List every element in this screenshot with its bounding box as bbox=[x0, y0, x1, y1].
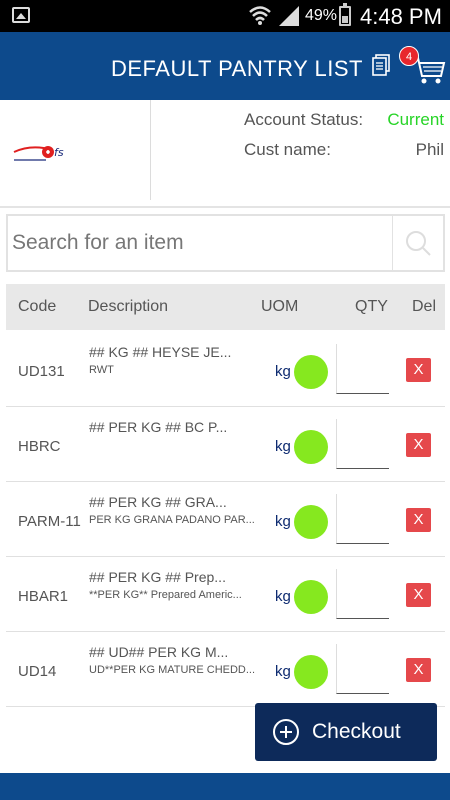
column-header-code: Code bbox=[18, 298, 57, 315]
uom-selector[interactable] bbox=[294, 355, 328, 389]
qty-input[interactable] bbox=[336, 494, 389, 544]
signal-icon bbox=[279, 6, 299, 26]
footer-bar bbox=[0, 773, 450, 800]
item-description: ## UD## PER KG M... bbox=[89, 644, 229, 660]
uom-selector[interactable] bbox=[294, 505, 328, 539]
table-row: HBAR1 ## PER KG ## Prep... **PER KG** Pr… bbox=[6, 557, 445, 632]
cart-count-badge: 4 bbox=[399, 46, 419, 66]
delete-button[interactable]: X bbox=[406, 583, 431, 607]
item-subdescription: RWT bbox=[89, 364, 114, 376]
item-uom: kg bbox=[275, 663, 291, 680]
checkout-button[interactable]: Checkout bbox=[255, 703, 437, 761]
table-row: HBRC ## PER KG ## BC P... kg X bbox=[6, 407, 445, 482]
qty-input[interactable] bbox=[336, 419, 389, 469]
plus-circle-icon bbox=[273, 719, 299, 745]
qty-input[interactable] bbox=[336, 569, 389, 619]
item-description: ## PER KG ## BC P... bbox=[89, 419, 228, 435]
qty-input[interactable] bbox=[336, 644, 389, 694]
uom-selector[interactable] bbox=[294, 430, 328, 464]
table-row: UD14 ## UD## PER KG M... UD**PER KG MATU… bbox=[6, 632, 445, 707]
item-subdescription: PER KG GRANA PADANO PAR... bbox=[89, 514, 255, 526]
account-status-label: Account Status: bbox=[244, 110, 364, 129]
item-uom: kg bbox=[275, 588, 291, 605]
page-title: DEFAULT PANTRY LIST bbox=[111, 56, 363, 81]
item-subdescription: **PER KG** Prepared Americ... bbox=[89, 589, 242, 601]
column-header-uom: UOM bbox=[261, 298, 299, 315]
uom-selector[interactable] bbox=[294, 580, 328, 614]
item-uom: kg bbox=[275, 363, 291, 380]
item-subdescription: UD**PER KG MATURE CHEDD... bbox=[89, 664, 256, 676]
company-logo: fs bbox=[13, 146, 64, 161]
svg-text:fs: fs bbox=[54, 146, 64, 159]
item-code: HBRC bbox=[18, 438, 61, 455]
item-uom: kg bbox=[275, 438, 291, 455]
delete-button[interactable]: X bbox=[406, 658, 431, 682]
gallery-notification-icon bbox=[12, 7, 30, 23]
cust-name-value: Phil bbox=[415, 140, 444, 159]
logo-cell: fs bbox=[0, 100, 151, 200]
wifi-icon bbox=[249, 6, 271, 25]
search-bar bbox=[6, 214, 445, 272]
status-bar: 49% 4:48 PM bbox=[0, 0, 450, 32]
table-row: UD131 ## KG ## HEYSE JE... RWT kg X bbox=[6, 332, 445, 407]
battery-icon bbox=[339, 3, 351, 26]
delete-button[interactable]: X bbox=[406, 433, 431, 457]
uom-selector[interactable] bbox=[294, 655, 328, 689]
item-uom: kg bbox=[275, 513, 291, 530]
item-description: ## PER KG ## GRA... bbox=[89, 494, 227, 510]
search-icon bbox=[406, 231, 431, 256]
battery-percent: 49% bbox=[305, 7, 338, 24]
clock: 4:48 PM bbox=[360, 4, 442, 29]
item-list: UD131 ## KG ## HEYSE JE... RWT kg X HBRC… bbox=[6, 332, 445, 707]
item-description: ## KG ## HEYSE JE... bbox=[89, 344, 232, 360]
item-code: UD131 bbox=[18, 363, 65, 380]
account-panel: fs Account Status: Current Cust name: Ph… bbox=[0, 100, 450, 208]
item-code: HBAR1 bbox=[18, 588, 69, 605]
app-header: DEFAULT PANTRY LIST 4 bbox=[0, 32, 450, 100]
table-row: PARM-11 ## PER KG ## GRA... PER KG GRANA… bbox=[6, 482, 445, 557]
column-header-del: Del bbox=[412, 298, 437, 315]
delete-button[interactable]: X bbox=[406, 508, 431, 532]
column-header-description: Description bbox=[88, 298, 169, 315]
item-code: UD14 bbox=[18, 663, 57, 680]
search-button[interactable] bbox=[392, 216, 443, 270]
qty-input[interactable] bbox=[336, 344, 389, 394]
document-list-icon[interactable] bbox=[372, 54, 390, 76]
checkout-label: Checkout bbox=[312, 720, 401, 743]
account-status-value: Current bbox=[387, 110, 444, 129]
search-input[interactable] bbox=[8, 216, 394, 270]
item-description: ## PER KG ## Prep... bbox=[89, 569, 226, 585]
column-header-qty: QTY bbox=[355, 298, 388, 315]
delete-button[interactable]: X bbox=[406, 358, 431, 382]
cust-name-label: Cust name: bbox=[244, 140, 331, 159]
item-code: PARM-11 bbox=[18, 513, 81, 530]
table-header: Code Description UOM QTY Del bbox=[6, 284, 445, 330]
